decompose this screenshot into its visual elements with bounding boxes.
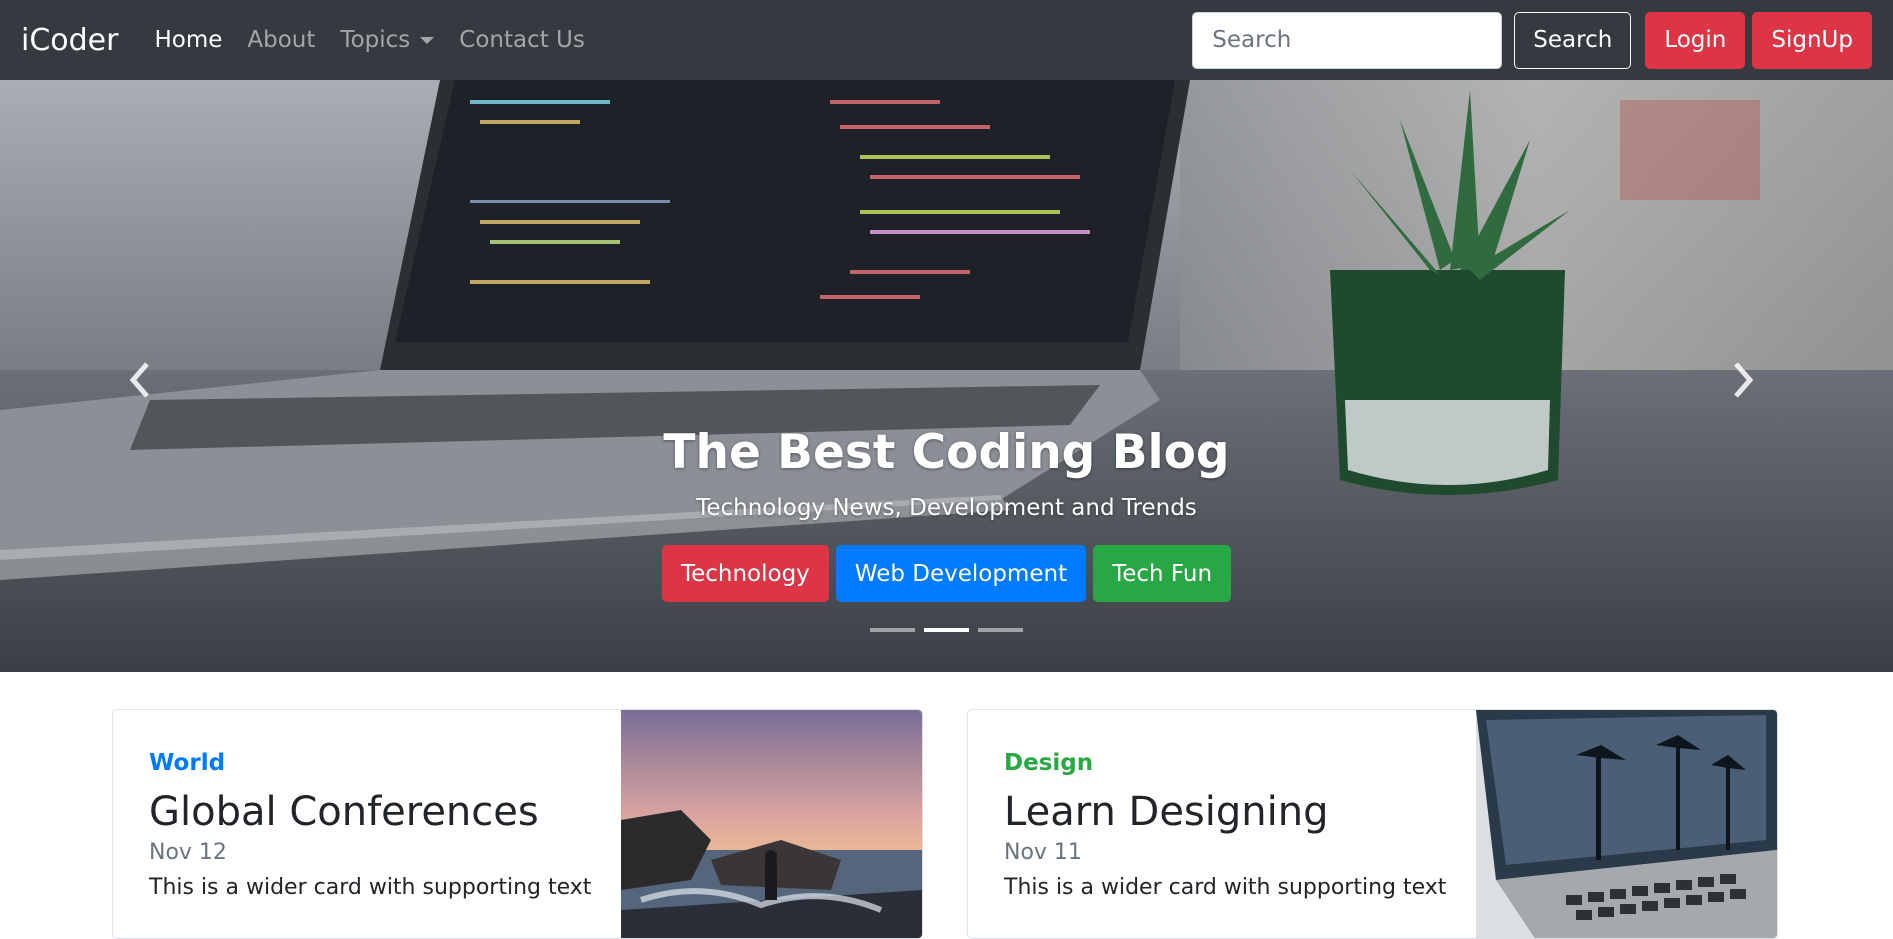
nav-link-home[interactable]: Home xyxy=(154,27,222,53)
chevron-right-icon xyxy=(1734,362,1754,398)
signup-button[interactable]: SignUp xyxy=(1752,11,1872,69)
carousel-next-button[interactable] xyxy=(1713,350,1773,410)
nav-link-contact[interactable]: Contact Us xyxy=(459,27,585,53)
search-input[interactable] xyxy=(1192,11,1503,69)
nav-dropdown-topics-label: Topics xyxy=(340,27,411,53)
carousel-indicator-2[interactable] xyxy=(924,628,969,632)
card-text: This is a wider card with supporting tex… xyxy=(1004,875,1447,900)
card-body: World Global Conferences Nov 12 This is … xyxy=(149,750,591,900)
top-navbar: iCoder Home About Topics Contact Us Sear… xyxy=(0,0,1893,80)
card-image-sunset xyxy=(621,710,922,938)
carousel-buttons: Technology Web Development Tech Fun xyxy=(0,545,1893,603)
nav-links: Home About Topics Contact Us xyxy=(154,27,609,53)
post-card-world: World Global Conferences Nov 12 This is … xyxy=(112,709,923,939)
card-image-laptop xyxy=(1476,710,1777,938)
card-text: This is a wider card with supporting tex… xyxy=(149,875,592,900)
card-date: Nov 11 xyxy=(1004,840,1082,865)
card-date: Nov 12 xyxy=(149,840,227,865)
carousel-prev-button[interactable] xyxy=(110,350,170,410)
hero-carousel: The Best Coding Blog Technology News, De… xyxy=(0,80,1893,672)
card-title: Global Conferences xyxy=(149,789,539,835)
nav-dropdown-topics[interactable]: Topics xyxy=(340,27,435,53)
tech-fun-button[interactable]: Tech Fun xyxy=(1093,545,1232,603)
carousel-caption: The Best Coding Blog Technology News, De… xyxy=(0,425,1893,603)
card-category: World xyxy=(149,750,226,776)
technology-button[interactable]: Technology xyxy=(661,545,829,603)
carousel-indicators xyxy=(0,628,1893,632)
post-card-design: Design Learn Designing Nov 11 This is a … xyxy=(967,709,1778,939)
chevron-left-icon xyxy=(129,362,149,398)
login-button[interactable]: Login xyxy=(1645,11,1746,69)
web-development-button[interactable]: Web Development xyxy=(835,545,1087,603)
nav-actions: Search Login SignUp xyxy=(1192,11,1872,69)
search-button[interactable]: Search xyxy=(1514,11,1632,69)
card-title: Learn Designing xyxy=(1004,789,1329,835)
card-category: Design xyxy=(1004,750,1094,776)
carousel-indicator-1[interactable] xyxy=(870,628,915,632)
carousel-subtitle: Technology News, Development and Trends xyxy=(696,495,1197,522)
card-body: Design Learn Designing Nov 11 This is a … xyxy=(1004,750,1446,900)
caret-down-icon xyxy=(420,36,435,44)
carousel-indicator-3[interactable] xyxy=(978,628,1023,632)
carousel-title: The Best Coding Blog xyxy=(663,425,1230,480)
nav-link-about[interactable]: About xyxy=(247,27,315,53)
brand-logo[interactable]: iCoder xyxy=(21,23,118,58)
